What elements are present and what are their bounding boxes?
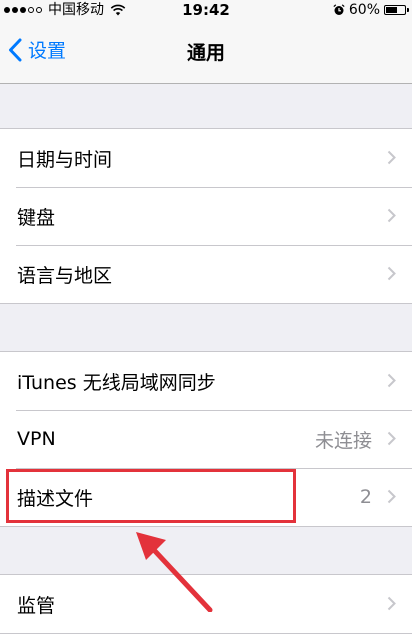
chevron-right-icon: [387, 489, 396, 504]
alarm-clock-icon: [333, 4, 345, 15]
settings-group-supervision: 监管: [0, 574, 412, 634]
row-label: VPN: [17, 428, 56, 450]
settings-group-date-keyboard-language: 日期与时间 键盘 语言与地区: [0, 128, 412, 304]
status-right: 60%: [333, 0, 409, 20]
battery-icon: [384, 5, 409, 15]
page-title: 通用: [186, 42, 225, 64]
chevron-right-icon: [387, 373, 396, 388]
chevron-right-icon: [387, 431, 396, 446]
battery-percent: 60%: [348, 2, 380, 18]
row-label: 语言与地区: [17, 264, 113, 287]
row-date-time[interactable]: 日期与时间: [0, 129, 412, 187]
battery-fill: [386, 7, 397, 13]
battery-nub: [407, 8, 409, 12]
row-label: iTunes 无线局域网同步: [17, 371, 216, 394]
row-itunes-wifi-sync[interactable]: iTunes 无线局域网同步: [0, 352, 412, 410]
row-label: 监管: [17, 594, 56, 617]
vpn-status-value: 未连接: [314, 429, 372, 452]
status-bar: 中国移动 19:42 60%: [0, 0, 412, 20]
row-keyboard[interactable]: 键盘: [0, 187, 412, 245]
row-language-region[interactable]: 语言与地区: [0, 245, 412, 303]
profiles-count-value: 2: [359, 486, 372, 508]
navigation-bar: 设置 通用: [0, 20, 412, 84]
chevron-right-icon: [387, 266, 396, 281]
row-supervision[interactable]: 监管: [0, 575, 412, 633]
chevron-right-icon: [387, 208, 396, 223]
row-label: 键盘: [17, 206, 56, 229]
row-label: 日期与时间: [17, 148, 113, 171]
chevron-right-icon: [387, 150, 396, 165]
row-label: 描述文件: [17, 487, 94, 510]
row-profiles[interactable]: 描述文件 2: [0, 468, 412, 526]
chevron-right-icon: [387, 596, 396, 611]
settings-group-sync-vpn-profiles: iTunes 无线局域网同步 VPN 未连接 描述文件 2: [0, 351, 412, 527]
row-vpn[interactable]: VPN 未连接: [0, 410, 412, 468]
